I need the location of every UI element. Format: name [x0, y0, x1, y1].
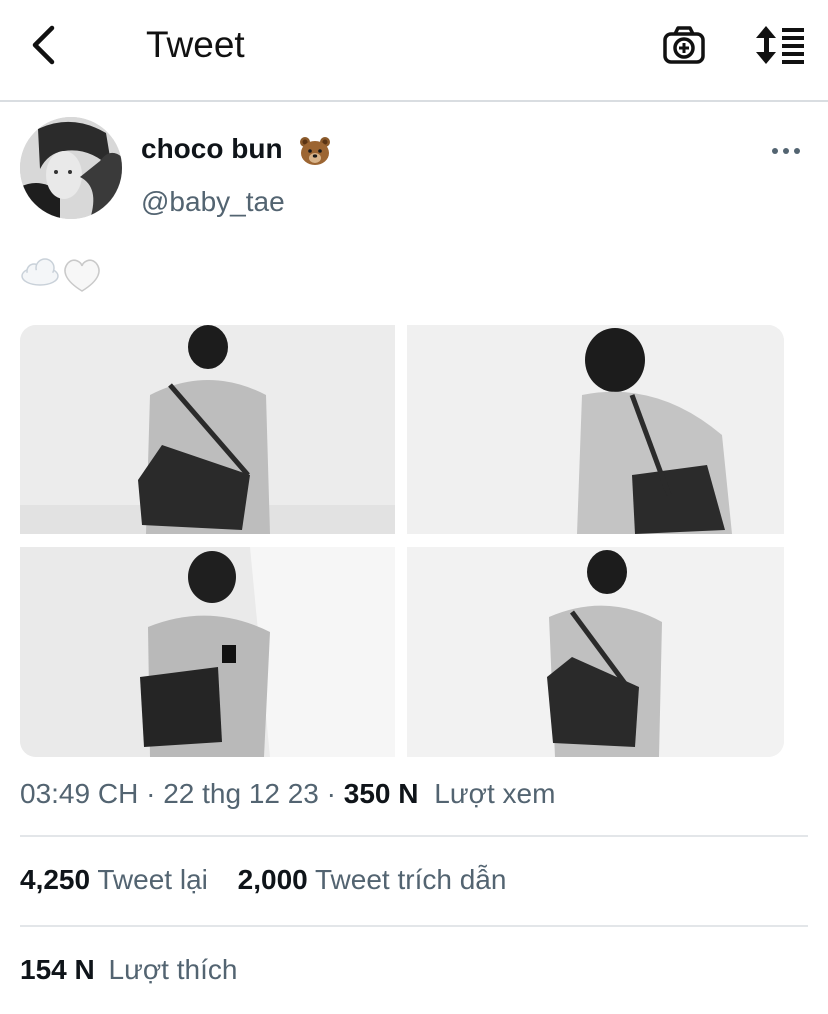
views-count: 350 N: [343, 778, 419, 809]
back-button[interactable]: [22, 22, 66, 68]
meta-separator: ·: [326, 778, 344, 809]
chevron-left-icon: [32, 25, 55, 65]
more-options-button[interactable]: [766, 140, 806, 162]
sort-list-icon: [756, 26, 804, 64]
divider: [20, 925, 808, 927]
page-title: Tweet: [146, 24, 245, 65]
more-horizontal-icon: [772, 148, 800, 154]
media-image-3[interactable]: [20, 547, 395, 757]
cloud-emoji: [21, 258, 59, 286]
tweet-meta: 03:49 CH · 22 thg 12 23 · 350 N Lượt xem: [20, 778, 555, 810]
media-image-4[interactable]: [407, 547, 784, 757]
likes-count: 154 N: [20, 954, 95, 985]
likes-stat[interactable]: 154 N Lượt thích: [20, 954, 237, 985]
meta-separator: ·: [146, 778, 164, 809]
likes-label: Lượt thích: [108, 954, 238, 985]
quotes-stat[interactable]: 2,000 Tweet trích dẫn: [238, 864, 507, 895]
white-heart-emoji: [64, 259, 100, 292]
avatar-photo: [20, 117, 122, 219]
media-image-2[interactable]: [407, 325, 784, 534]
sort-button[interactable]: [752, 22, 808, 68]
retweets-label: Tweet lại: [97, 864, 208, 895]
avatar[interactable]: [20, 117, 122, 219]
retweets-stat[interactable]: 4,250 Tweet lại: [20, 864, 216, 895]
quotes-label: Tweet trích dẫn: [315, 864, 507, 895]
quotes-count: 2,000: [237, 864, 308, 895]
retweets-count: 4,250: [20, 864, 91, 895]
tweet-date: 22 thg 12 23: [163, 778, 319, 809]
likes-row: 154 N Lượt thích: [20, 954, 259, 986]
top-bar: Tweet: [0, 0, 828, 102]
divider: [20, 835, 808, 837]
media-image-1[interactable]: [20, 325, 395, 534]
media-grid: [20, 325, 784, 757]
camera-plus-icon: [663, 26, 705, 64]
engagement-row: 4,250 Tweet lại 2,000 Tweet trích dẫn: [20, 864, 528, 896]
user-handle[interactable]: @baby_tae: [141, 186, 285, 218]
tweet-text-emojis: [21, 258, 100, 292]
bear-face-emoji: [300, 137, 330, 165]
views-label: Lượt xem: [434, 778, 556, 809]
tweet-time: 03:49 CH: [20, 778, 139, 809]
display-name[interactable]: choco bun: [141, 133, 283, 165]
camera-button[interactable]: [660, 22, 708, 68]
